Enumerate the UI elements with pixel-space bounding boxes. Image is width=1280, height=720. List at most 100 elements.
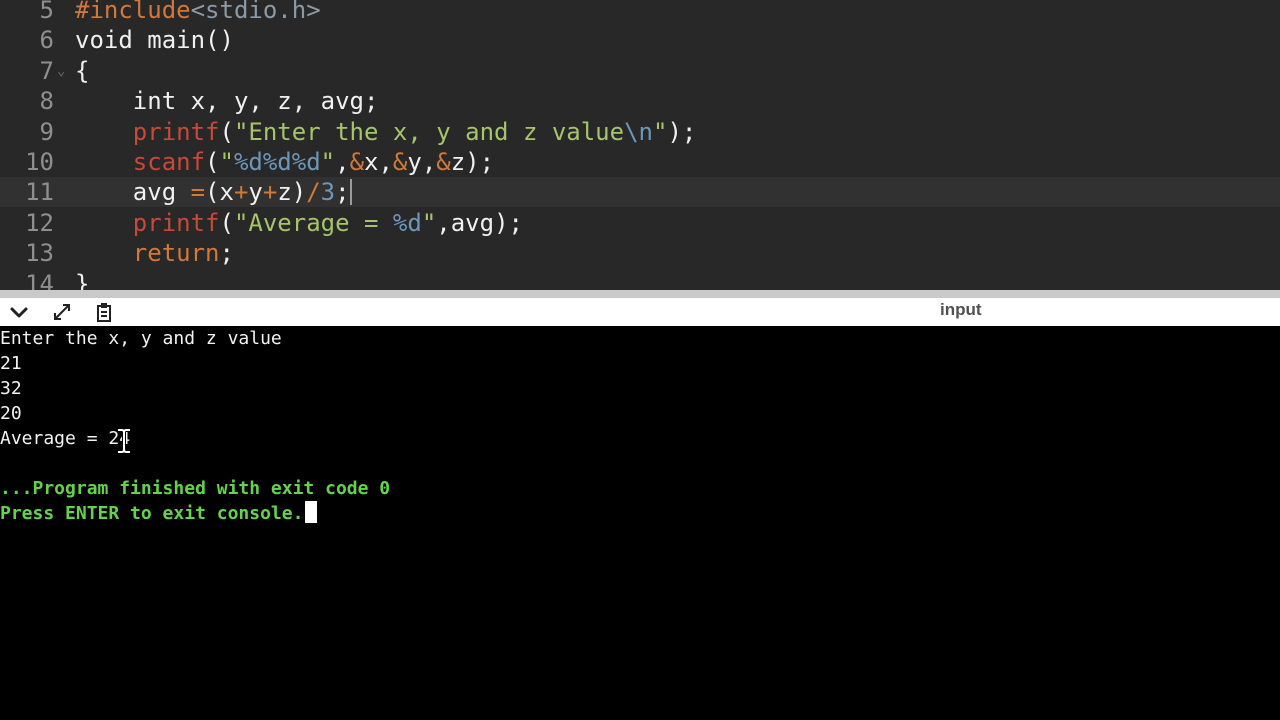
code-token: & [349, 148, 365, 176]
code-token: z) [277, 178, 307, 207]
code-token: ( [205, 148, 220, 176]
code-text: } [75, 269, 89, 290]
console-status-line: Press ENTER to exit console. [0, 501, 318, 526]
console-line-text: Enter the x, y and z value [0, 328, 282, 349]
code-token: + [233, 178, 249, 207]
line-number: 7 [39, 56, 54, 85]
console-output[interactable]: Enter the x, y and z value 21 32 20 Average … [0, 326, 1280, 720]
input-tab-label[interactable]: input [940, 300, 982, 320]
code-line[interactable]: 6 void main() [0, 25, 1280, 55]
code-token: " [421, 208, 437, 237]
code-token: ; [335, 178, 350, 207]
code-text: avg =(x+y+z)/3; [75, 177, 352, 207]
code-text: int x, y, z, avg; [75, 86, 379, 116]
code-text: { [75, 56, 89, 86]
code-line[interactable]: 11 avg =(x+y+z)/3; [0, 177, 1280, 208]
code-token: z); [450, 148, 495, 176]
code-token: y [248, 178, 263, 207]
console-toolbar: input [0, 298, 1280, 326]
console-line: Enter the x, y and z value [0, 326, 282, 351]
code-token: int x, y, z, avg; [75, 87, 379, 116]
code-token: "Average = [233, 208, 393, 237]
code-text: return; [75, 238, 234, 268]
code-token: y, [407, 148, 437, 176]
code-text: printf("Average = %d",avg); [75, 208, 523, 238]
code-token: & [392, 148, 408, 176]
code-token: ,avg); [436, 208, 523, 237]
code-token: %d%d%d [233, 148, 321, 176]
code-token: printf [132, 208, 220, 237]
code-token: / [306, 178, 321, 207]
code-token: , [335, 148, 350, 176]
code-token: " [653, 117, 668, 146]
code-token: { [75, 56, 90, 85]
text-cursor-ibeam-icon [118, 428, 130, 454]
expand-icon[interactable] [51, 302, 73, 322]
console-status-line: ...Program finished with exit code 0 [0, 476, 390, 501]
code-token: = [190, 178, 206, 207]
code-line[interactable]: 9 printf("Enter the x, y and z value\n")… [0, 117, 1280, 147]
code-line[interactable]: 8 int x, y, z, avg; [0, 86, 1280, 116]
console-line-text: Press ENTER to exit console. [0, 503, 304, 524]
console-line: 21 [0, 351, 22, 376]
code-token: ; [219, 239, 234, 268]
code-token: \n [624, 117, 653, 146]
code-text: scanf("%d%d%d",&x,&y,&z); [75, 147, 494, 177]
line-number: 12 [25, 208, 54, 237]
code-token: return [132, 239, 220, 268]
code-token: void main() [75, 26, 234, 55]
line-number: 9 [39, 117, 54, 146]
code-token: ); [667, 117, 697, 146]
code-token: "Enter the x, y and z value [233, 117, 625, 146]
code-token: + [262, 178, 278, 207]
code-editor[interactable]: 5 #include<stdio.h> 6 void main() 7 ⌄ {8 int x… [0, 0, 1280, 290]
panel-resize-handle[interactable] [0, 290, 1280, 298]
code-line[interactable]: 13 return; [0, 238, 1280, 268]
terminal-cursor [305, 501, 318, 523]
code-line[interactable]: 5 #include<stdio.h> [0, 0, 1280, 25]
code-token: avg [75, 178, 191, 207]
console-line-text: 32 [0, 378, 22, 399]
line-number: 5 [39, 0, 54, 24]
code-token: } [75, 269, 90, 290]
code-token: %d [392, 208, 422, 237]
code-token: 3 [320, 178, 336, 207]
code-line[interactable]: 7 ⌄ { [0, 56, 1280, 86]
line-number: 10 [25, 148, 54, 176]
console-line: 20 [0, 401, 22, 426]
code-text: void main() [75, 25, 234, 55]
code-token: scanf [132, 148, 206, 176]
line-number: 13 [25, 239, 54, 268]
console-line: Average = 24 [0, 426, 130, 451]
text-caret [349, 179, 352, 206]
console-line-text: Average = 24 [0, 428, 131, 449]
line-number: 6 [39, 26, 54, 55]
clipboard-icon[interactable] [93, 302, 115, 322]
chevron-down-icon[interactable] [8, 302, 30, 322]
code-token: & [436, 148, 451, 176]
fold-toggle-icon[interactable]: ⌄ [57, 56, 65, 86]
line-number: 14 [25, 269, 54, 290]
code-token: x, [364, 148, 393, 176]
console-line-text: ...Program finished with exit code 0 [0, 478, 391, 499]
code-token: <stdio.h> [190, 0, 321, 24]
line-number: 11 [25, 178, 54, 207]
code-line[interactable]: 12 printf("Average = %d",avg); [0, 208, 1280, 238]
code-token: ( [219, 208, 234, 237]
console-line: 32 [0, 376, 22, 401]
code-line[interactable]: 10 scanf("%d%d%d",&x,&y,&z); [0, 147, 1280, 177]
console-line-text: 21 [0, 353, 22, 374]
console-line-text: 20 [0, 403, 22, 424]
code-token: " [219, 148, 234, 176]
code-text: printf("Enter the x, y and z value\n"); [75, 117, 697, 147]
code-token: (x [205, 178, 234, 207]
line-number: 8 [39, 87, 54, 116]
code-token: " [320, 148, 336, 176]
code-token: printf [132, 117, 220, 146]
code-line[interactable]: 14} [0, 269, 1280, 290]
code-text: #include<stdio.h> [75, 0, 321, 25]
